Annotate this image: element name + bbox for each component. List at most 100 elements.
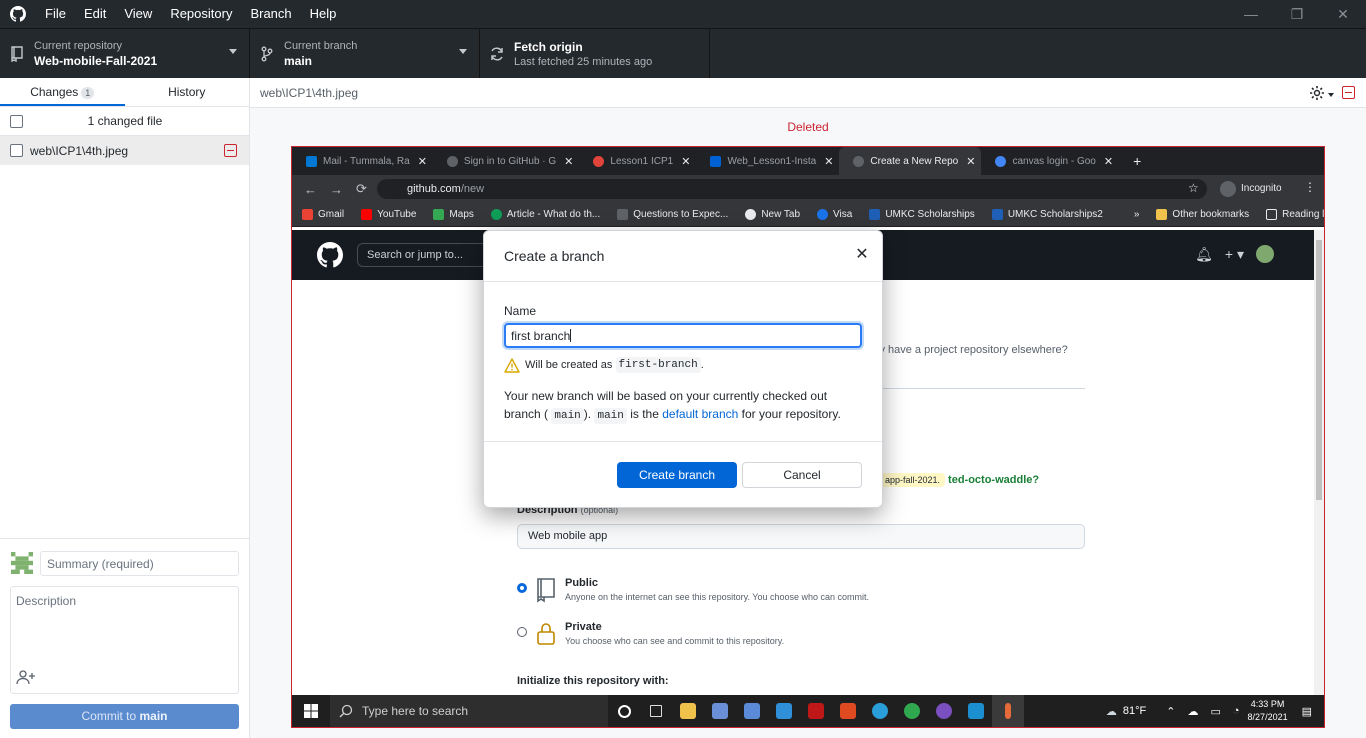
scrollbar-thumb — [1316, 240, 1322, 500]
dialog-footer: Create branch Cancel — [484, 442, 882, 508]
current-repository-button[interactable]: Current repository Web-mobile-Fall-2021 — [0, 29, 250, 78]
umkc-icon — [869, 209, 881, 220]
title-bar: File Edit View Repository Branch Help — … — [0, 0, 1366, 28]
dialog-title: Create a branch — [504, 248, 605, 264]
file-deleted-icon — [224, 144, 237, 157]
bookmark-label: UMKC Scholarships — [885, 209, 975, 220]
changes-count-badge: 1 — [81, 87, 95, 99]
github-logo-icon — [0, 0, 36, 28]
explain-main-code: main — [594, 408, 627, 424]
maximize-icon[interactable]: ❐ — [1274, 0, 1320, 28]
bookmark-label: YouTube — [377, 209, 417, 220]
cortana-icon — [608, 695, 640, 727]
create-branch-dialog: Create a branch ✕ Name first branch Will… — [483, 230, 883, 508]
create-branch-button[interactable]: Create branch — [617, 462, 737, 488]
commit-summary-input[interactable]: Summary (required) — [40, 551, 239, 576]
google-icon — [995, 155, 1007, 167]
menu-file[interactable]: File — [36, 0, 75, 28]
scrollbar — [1314, 230, 1324, 695]
warning-icon — [504, 357, 520, 373]
dialog-header: Create a branch ✕ — [484, 231, 882, 282]
github-icon — [853, 155, 865, 167]
url-path: /new — [460, 183, 485, 195]
bookmark: Visa — [807, 209, 859, 220]
edge-icon — [864, 695, 896, 727]
lock-icon — [537, 623, 555, 645]
default-branch-link[interactable]: default branch — [662, 407, 738, 421]
maps-icon — [433, 209, 445, 220]
sidebar: Changes 1 History 1 changed file web\ICP1… — [0, 78, 250, 738]
warning-prefix: Will be created as — [525, 359, 613, 371]
sidebar-tabs: Changes 1 History — [0, 78, 249, 107]
suggestion-chip: app-fall-2021. — [880, 473, 946, 487]
system-tray: ☁ 81°F ⌃ ☁ ▭ ◔ 4:33 PM 8/27/2021 ▤ — [1106, 695, 1324, 727]
browser-tab: Sign in to GitHub · G ✕ — [433, 147, 579, 175]
commit-description-input[interactable]: Description — [10, 586, 239, 694]
explain-is-the: is the — [626, 407, 663, 421]
browser-tab-label: canvas login - Goo — [1012, 155, 1096, 167]
commit-button-branch: main — [139, 709, 168, 723]
reading-list: Reading list — [1256, 209, 1324, 220]
commit-button[interactable]: Commit to main — [10, 704, 239, 729]
menu-repository[interactable]: Repository — [161, 0, 241, 28]
reload-icon: ⟳ — [356, 181, 367, 196]
forward-icon: → — [330, 181, 343, 197]
bookmark: Maps — [423, 209, 480, 220]
close-icon: ✕ — [966, 155, 976, 168]
repo-icon — [0, 45, 34, 62]
fetch-origin-button[interactable]: Fetch origin Last fetched 25 minutes ago — [480, 29, 710, 78]
windows-start-icon — [292, 695, 330, 727]
office-icon — [832, 695, 864, 727]
close-icon: ✕ — [564, 155, 574, 168]
cancel-button[interactable]: Cancel — [742, 462, 862, 488]
browser-tab-label: Create a New Repo — [870, 155, 959, 167]
bookmark-label: Visa — [833, 209, 853, 220]
minimize-icon[interactable]: — — [1228, 0, 1274, 28]
select-all-checkbox[interactable] — [10, 114, 23, 128]
menu-help[interactable]: Help — [301, 0, 346, 28]
clock-time: 4:33 PM — [1250, 699, 1285, 709]
current-branch-button[interactable]: Current branch main — [250, 29, 480, 78]
close-window-icon[interactable]: ✕ — [1320, 0, 1366, 28]
bookmark: Gmail — [292, 209, 351, 220]
file-path-bar: web\ICP1\4th.jpeg — [250, 78, 1366, 108]
tab-changes-label: Changes — [30, 85, 79, 99]
diff-settings-button[interactable] — [1309, 85, 1334, 104]
changed-file-row[interactable]: web\ICP1\4th.jpeg — [0, 136, 249, 165]
menu-edit[interactable]: Edit — [75, 0, 115, 28]
menu-bar: File Edit View Repository Branch Help — [36, 0, 345, 28]
browser-tab-label: Web_Lesson1-Insta — [727, 155, 817, 167]
umkc-icon — [991, 209, 1003, 220]
branch-name: main — [284, 53, 313, 68]
close-icon[interactable]: ✕ — [854, 247, 870, 263]
tab-changes[interactable]: Changes 1 — [0, 78, 125, 106]
browser-tab: Lesson1 ICP1 ✕ — [579, 147, 696, 175]
branch-name-warning: Will be created as first-branch. — [504, 357, 862, 373]
tab-history[interactable]: History — [125, 78, 250, 106]
more-icon: ⋮ — [1304, 180, 1316, 194]
branch-name-input[interactable]: first branch — [504, 323, 862, 348]
taskbar-search: Type here to search — [330, 695, 608, 727]
avatar — [11, 552, 33, 574]
public-radio — [517, 583, 527, 593]
browser-tab: Web_Lesson1-Insta ✕ — [696, 147, 839, 175]
repo-label: Current repository — [34, 39, 123, 52]
deleted-label: Deleted — [787, 120, 829, 134]
dialog-body: Name first branch Will be created as fir… — [484, 282, 882, 442]
file-checkbox[interactable] — [10, 144, 23, 157]
add-coauthor-icon[interactable] — [16, 669, 36, 685]
window-controls: — ❐ ✕ — [1228, 0, 1366, 28]
menu-view[interactable]: View — [115, 0, 161, 28]
text-cursor — [570, 329, 572, 342]
page-icon — [617, 209, 629, 220]
browser-tab-strip: Mail - Tummala, Ra ✕ Sign in to GitHub · … — [292, 147, 1324, 175]
notification-icon: ▤ — [1301, 705, 1312, 718]
task-view-icon — [640, 695, 672, 727]
menu-branch[interactable]: Branch — [241, 0, 300, 28]
private-desc: You choose who can see and commit to thi… — [565, 636, 785, 646]
clock-date: 8/27/2021 — [1247, 712, 1288, 722]
canvas-icon — [593, 155, 605, 167]
url-field: github.com/new — [377, 179, 1207, 199]
browser-tab-label: Sign in to GitHub · G — [463, 155, 557, 167]
bookmark: YouTube — [351, 209, 423, 220]
